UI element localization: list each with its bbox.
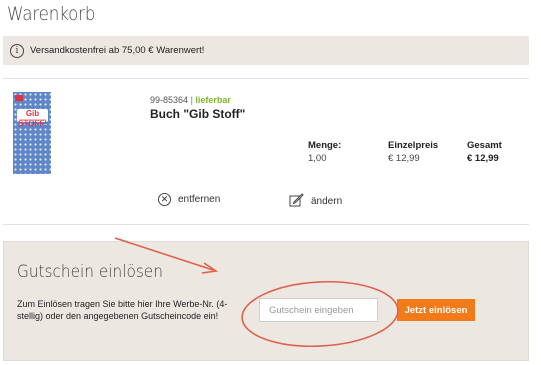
unit-price-column: Einzelpreis € 12,99 (388, 140, 438, 164)
publisher-logo (15, 95, 23, 101)
quantity-column: Menge: 1,00 (308, 140, 341, 164)
product-name[interactable]: Buch "Gib Stoff" (150, 107, 245, 121)
quantity-value: 1,00 (308, 153, 327, 164)
voucher-title: Gutschein einlösen (17, 262, 163, 282)
remove-label: entfernen (178, 194, 221, 205)
product-image[interactable]: Gib STOFF! (13, 92, 51, 174)
close-circle-icon: ✕ (158, 193, 171, 206)
total-column: Gesamt € 12,99 (467, 140, 502, 164)
edit-button[interactable]: ändern (289, 193, 342, 210)
product-image-pattern (13, 92, 51, 174)
info-icon: i (10, 43, 24, 58)
page-title: Warenkorb (7, 3, 96, 25)
divider (3, 224, 529, 225)
availability-status: lieferbar (195, 95, 231, 105)
unit-price-header: Einzelpreis (388, 140, 439, 151)
edit-icon (289, 193, 304, 210)
divider (3, 78, 529, 79)
redeem-voucher-button[interactable]: Jetzt einlösen (397, 299, 475, 321)
voucher-input[interactable] (259, 298, 378, 322)
total-header: Gesamt (467, 140, 502, 151)
quantity-header: Menge: (308, 140, 342, 151)
remove-button[interactable]: ✕ entfernen (158, 193, 220, 206)
unit-price-value: € 12,99 (388, 153, 420, 164)
meta-separator: | (190, 95, 193, 105)
voucher-description: Zum Einlösen tragen Sie bitte hier Ihre … (17, 299, 228, 321)
product-meta: 99-85364 | lieferbar (150, 95, 231, 105)
shipping-info-text: Versandkostenfrei ab 75,00 € Warenwert! (30, 45, 205, 56)
total-value: € 12,99 (467, 153, 499, 164)
product-image-subtitle (19, 119, 46, 121)
article-number: 99-85364 (150, 95, 189, 105)
edit-label: ändern (311, 196, 343, 207)
shipping-info-bar: i Versandkostenfrei ab 75,00 € Warenwert… (3, 36, 529, 65)
